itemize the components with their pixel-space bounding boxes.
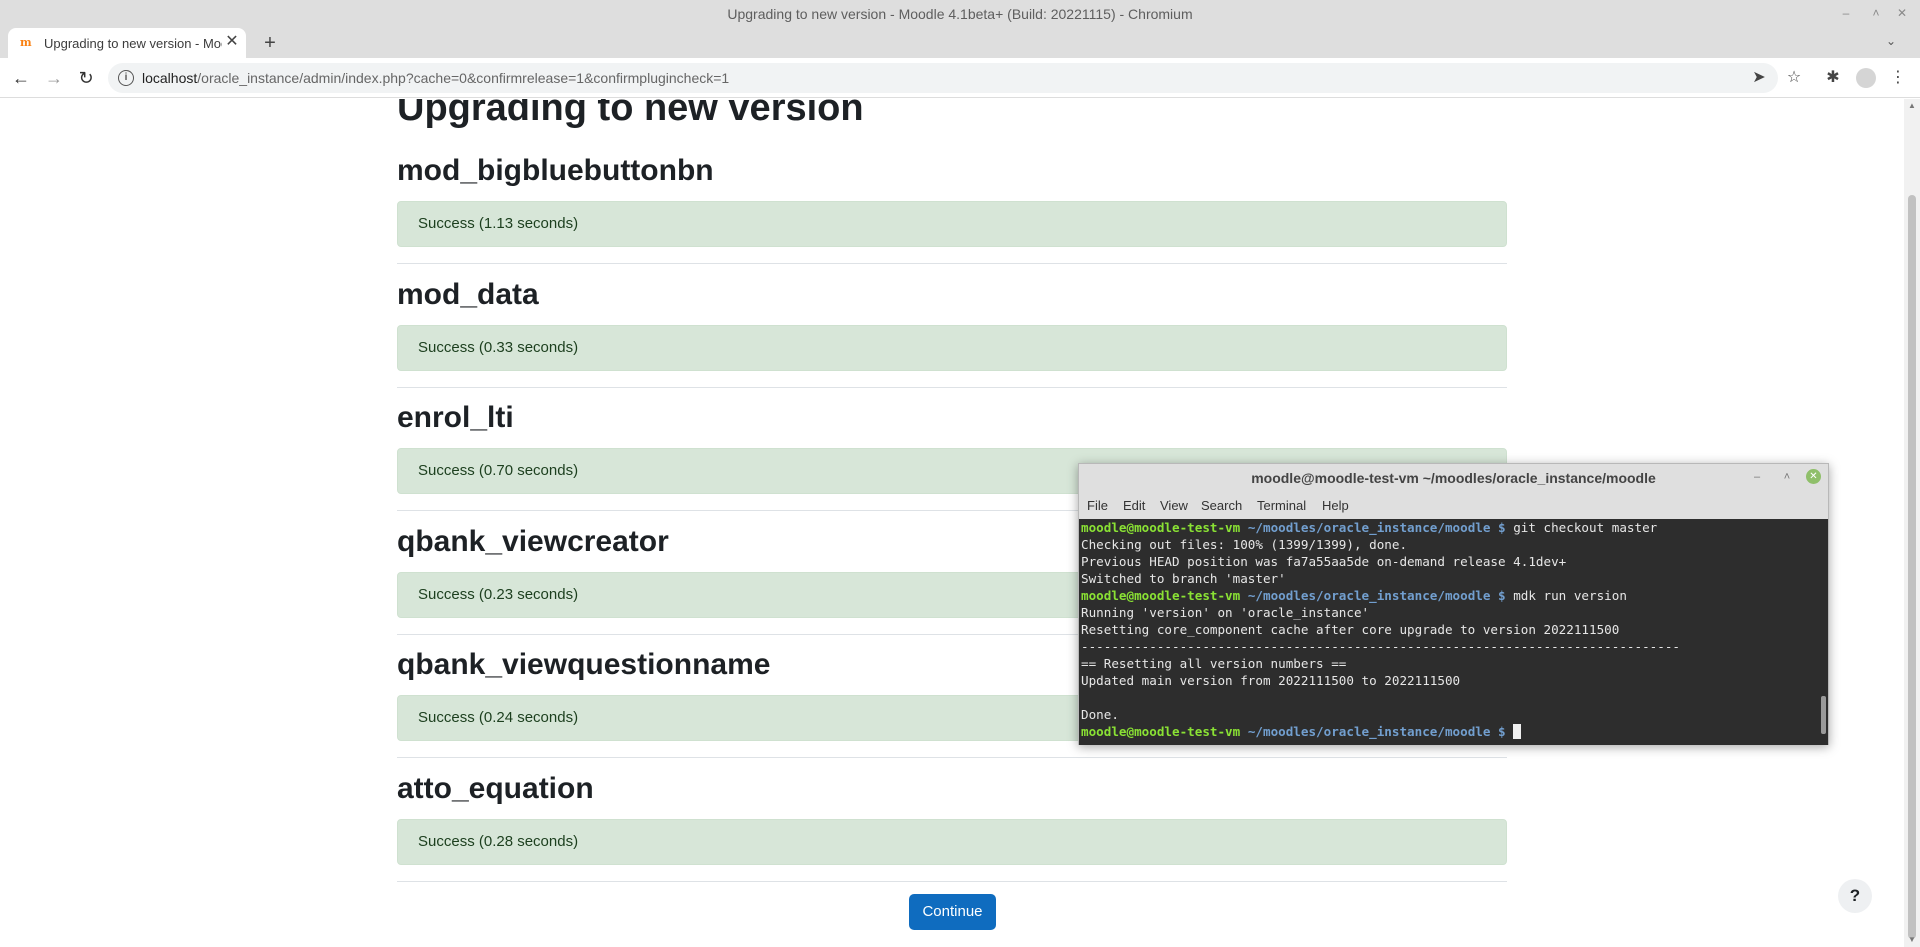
- terminal-output-line: == Resetting all version numbers ==: [1081, 656, 1347, 671]
- prompt-path: ~/moodles/oracle_instance/moodle $: [1240, 588, 1506, 603]
- url-host: localhost: [142, 70, 198, 86]
- menu-view[interactable]: View: [1160, 498, 1188, 513]
- terminal-maximize-icon[interactable]: ˄: [1779, 469, 1795, 485]
- terminal-command-line: moodle@moodle-test-vm ~/moodles/oracle_i…: [1081, 587, 1828, 604]
- url-text[interactable]: localhost/oracle_instance/admin/index.ph…: [142, 70, 729, 86]
- terminal-minimize-icon[interactable]: –: [1749, 469, 1765, 485]
- page-scrollbar[interactable]: ▲ ▼: [1904, 99, 1920, 947]
- browser-menu-icon[interactable]: ⋮: [1887, 67, 1909, 89]
- plugin-section: mod_bigbluebuttonbn Success (1.13 second…: [397, 152, 1507, 264]
- terminal-close-icon[interactable]: ✕: [1806, 469, 1821, 484]
- terminal-output-line: ----------------------------------------…: [1081, 639, 1680, 654]
- prompt-path: ~/moodles/oracle_instance/moodle $: [1240, 724, 1506, 739]
- tab-upgrading[interactable]: m Upgrading to new version - Moodle ✕: [8, 28, 246, 58]
- terminal-output-line: Running 'version' on 'oracle_instance': [1081, 605, 1370, 620]
- divider: [397, 387, 1507, 388]
- plugin-name: mod_data: [397, 278, 539, 311]
- terminal-output-line: Switched to branch 'master': [1081, 571, 1286, 586]
- command-text: git checkout master: [1505, 520, 1658, 535]
- page-title: Upgrading to new version: [397, 99, 864, 129]
- browser-toolbar: ← → ↻ i localhost/oracle_instance/admin/…: [0, 58, 1920, 98]
- window-title: Upgrading to new version - Moodle 4.1bet…: [727, 6, 1193, 22]
- terminal-output-line: Checking out files: 100% (1399/1399), do…: [1081, 537, 1408, 552]
- terminal-window[interactable]: moodle@moodle-test-vm ~/moodles/oracle_i…: [1078, 463, 1829, 745]
- moodle-favicon-icon: m: [20, 36, 32, 49]
- tab-close-icon[interactable]: ✕: [224, 34, 240, 50]
- profile-avatar[interactable]: [1856, 68, 1876, 88]
- prompt-user: moodle@moodle-test-vm: [1081, 520, 1241, 535]
- forward-icon[interactable]: →: [43, 67, 65, 89]
- plugin-name: atto_equation: [397, 772, 594, 805]
- success-notification: Success (0.28 seconds): [397, 819, 1507, 865]
- minimize-icon[interactable]: –: [1838, 5, 1854, 21]
- success-notification: Success (0.33 seconds): [397, 325, 1507, 371]
- scroll-down-arrow-icon[interactable]: ▼: [1907, 935, 1917, 944]
- terminal-output-line: Previous HEAD position was fa7a55aa5de o…: [1081, 554, 1567, 569]
- reload-icon[interactable]: ↻: [75, 67, 97, 89]
- tab-strip: m Upgrading to new version - Moodle ✕ + …: [0, 28, 1920, 58]
- terminal-output-line: Done.: [1081, 707, 1119, 722]
- terminal-output-line: Resetting core_component cache after cor…: [1081, 622, 1620, 637]
- plugin-section: mod_data Success (0.33 seconds): [397, 276, 1507, 388]
- plugin-name: enrol_lti: [397, 401, 514, 434]
- prompt-user: moodle@moodle-test-vm: [1081, 588, 1241, 603]
- close-window-icon[interactable]: ✕: [1894, 5, 1910, 21]
- help-button[interactable]: ?: [1838, 879, 1872, 913]
- address-bar[interactable]: i localhost/oracle_instance/admin/index.…: [108, 63, 1778, 93]
- menu-help[interactable]: Help: [1322, 498, 1349, 513]
- terminal-command-line: moodle@moodle-test-vm ~/moodles/oracle_i…: [1081, 519, 1828, 536]
- prompt-user: moodle@moodle-test-vm: [1081, 724, 1241, 739]
- terminal-cursor: [1513, 724, 1522, 739]
- divider: [397, 757, 1507, 758]
- window-titlebar: Upgrading to new version - Moodle 4.1bet…: [0, 0, 1920, 28]
- menu-edit[interactable]: Edit: [1123, 498, 1145, 513]
- back-icon[interactable]: ←: [10, 67, 32, 89]
- maximize-icon[interactable]: ˄: [1868, 5, 1884, 21]
- command-text: [1506, 724, 1514, 739]
- terminal-command-line: moodle@moodle-test-vm ~/moodles/oracle_i…: [1081, 723, 1828, 740]
- tab-label: Upgrading to new version - Moodle: [44, 36, 222, 51]
- terminal-output[interactable]: moodle@moodle-test-vm ~/moodles/oracle_i…: [1079, 519, 1828, 745]
- menu-terminal[interactable]: Terminal: [1257, 498, 1306, 513]
- site-info-icon[interactable]: i: [118, 70, 134, 86]
- new-tab-icon[interactable]: +: [258, 32, 282, 54]
- terminal-title: moodle@moodle-test-vm ~/moodles/oracle_i…: [1251, 470, 1656, 486]
- scrollbar-thumb[interactable]: [1908, 195, 1916, 939]
- terminal-output-line: Updated main version from 2022111500 to …: [1081, 673, 1461, 688]
- command-text: mdk run version: [1505, 588, 1627, 603]
- scroll-up-arrow-icon[interactable]: ▲: [1907, 101, 1917, 110]
- prompt-path: ~/moodles/oracle_instance/moodle $: [1240, 520, 1506, 535]
- send-icon[interactable]: ➤: [1750, 69, 1768, 87]
- divider: [397, 263, 1507, 264]
- bookmark-star-icon[interactable]: ☆: [1783, 67, 1805, 89]
- menu-search[interactable]: Search: [1201, 498, 1242, 513]
- tab-search-icon[interactable]: ⌄: [1882, 34, 1900, 52]
- plugin-section: atto_equation Success (0.28 seconds): [397, 770, 1507, 882]
- continue-button[interactable]: Continue: [909, 894, 996, 930]
- url-path: /oracle_instance/admin/index.php?cache=0…: [197, 70, 730, 86]
- terminal-menubar: File Edit View Search Terminal Help: [1079, 494, 1828, 518]
- success-notification: Success (1.13 seconds): [397, 201, 1507, 247]
- plugin-name: mod_bigbluebuttonbn: [397, 154, 714, 187]
- divider: [397, 881, 1507, 882]
- terminal-scrollbar-thumb[interactable]: [1821, 696, 1826, 734]
- menu-file[interactable]: File: [1087, 498, 1108, 513]
- extensions-icon[interactable]: ✱: [1822, 67, 1844, 89]
